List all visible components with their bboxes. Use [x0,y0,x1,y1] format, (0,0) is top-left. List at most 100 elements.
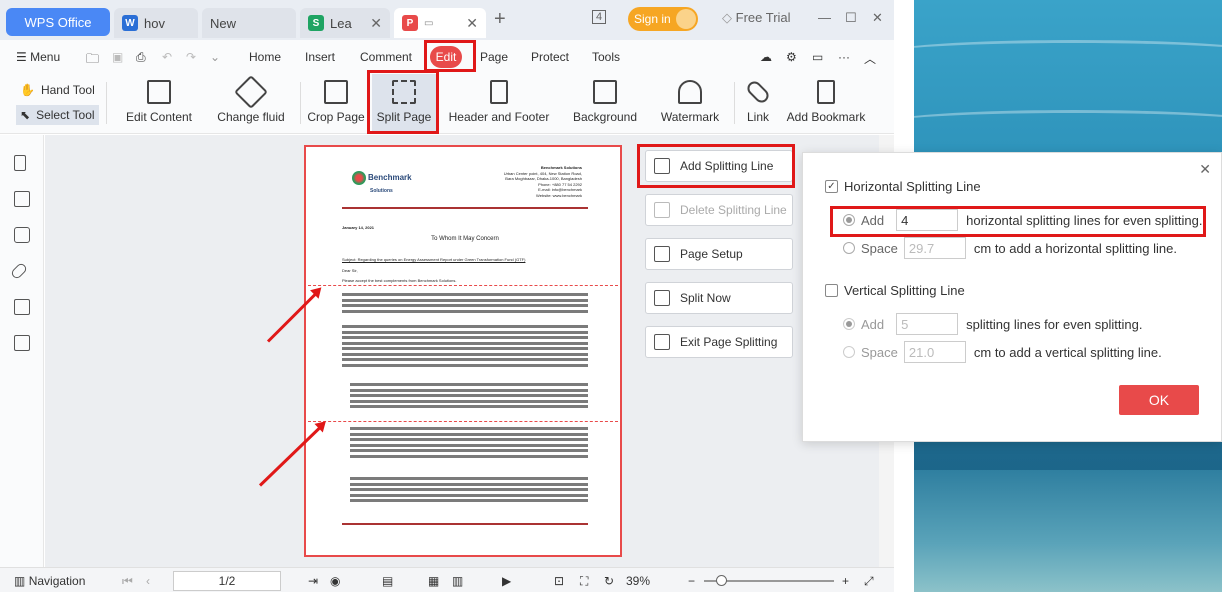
rotate-icon[interactable]: ↻ [604,574,614,588]
exit-page-splitting-button[interactable]: Exit Page Splitting [645,326,793,358]
free-trial-button[interactable]: ◇ Free Trial [722,10,791,26]
print-icon[interactable]: ⎙ [136,50,146,65]
add-splitting-line-button[interactable]: Add Splitting Line [645,150,793,182]
horizontal-option[interactable]: ✓ Horizontal Splitting Line [825,179,981,194]
horizontal-label: Horizontal Splitting Line [844,179,981,194]
tab-protect[interactable]: Protect [531,50,569,64]
select-tool-button[interactable]: ⬉ Select Tool [16,105,99,125]
zoom-in-icon[interactable]: + [842,574,849,588]
edit-content-button[interactable]: Edit Content [118,74,200,132]
pdf-icon: P [402,15,418,31]
single-page-icon[interactable]: ▤ [382,574,393,588]
tab-page[interactable]: Page [480,50,508,64]
continuous-icon[interactable]: ▦ [428,574,439,588]
tab-document-3[interactable]: S Lea ✕ [300,8,390,38]
tab-comment[interactable]: Comment [360,50,412,64]
page-number-input[interactable]: 1/2 [173,571,281,591]
tab-document-1[interactable]: W hov [114,8,198,38]
split-now-button[interactable]: Split Now [645,282,793,314]
tab-home[interactable]: Home [249,50,281,64]
vertical-option[interactable]: Vertical Splitting Line [825,283,965,298]
close-window-icon[interactable]: ✕ [872,10,883,26]
bookmark-icon[interactable] [14,155,26,171]
link-button[interactable]: Link [740,74,776,132]
crop-page-button[interactable]: Crop Page [306,74,366,132]
actual-size-icon[interactable]: ⊡ [554,574,564,588]
horizontal-count-input[interactable] [896,209,959,231]
tab-insert[interactable]: Insert [305,50,335,64]
add-bookmark-button[interactable]: Add Bookmark [786,74,866,132]
sign-in-button[interactable]: Sign in [628,7,698,31]
vertical-space-label: Space [861,344,898,360]
prev-page-icon[interactable]: ‹ [146,574,150,588]
status-bar: ▥ Navigation ⏮ ‹ 1/2 ⇥ ◉ ▤ ▦ ▥ ▶ ⊡ ⛶ ↻ 3… [0,567,894,592]
collapse-ribbon-icon[interactable]: ︿ [864,50,876,67]
zoom-out-icon[interactable]: − [688,574,695,588]
header-footer-button[interactable]: Header and Footer [444,74,554,132]
zoom-slider-handle[interactable] [716,575,727,586]
play-icon[interactable]: ▶ [502,574,511,588]
more-icon[interactable]: ··· [838,50,850,64]
signature-icon[interactable] [14,299,30,315]
wave-decoration [914,110,1222,140]
tab-edit[interactable]: Edit [430,46,462,68]
navigation-button[interactable]: ▥ Navigation [14,574,85,588]
tab-tools[interactable]: Tools [592,50,620,64]
gear-icon[interactable]: ⚙ [786,50,797,64]
menu-button[interactable]: ☰ Menu [16,50,60,64]
splitting-line[interactable] [308,285,618,286]
document-page[interactable]: Benchmark Solutions Benchmark Solutions U… [304,145,622,557]
two-page-icon[interactable]: ▥ [452,574,463,588]
chat-icon[interactable]: ▭ [812,50,823,64]
new-tab-icon[interactable]: + [494,8,506,31]
close-icon[interactable]: ✕ [370,15,382,32]
ok-button[interactable]: OK [1119,385,1199,415]
zoom-level[interactable]: 39% [626,574,650,588]
save-icon[interactable]: ▣ [112,50,123,64]
split-page-button[interactable]: Split Page [372,74,436,132]
extract-icon[interactable] [14,335,30,351]
first-page-icon[interactable]: ⏮ [122,574,133,589]
undo-icon[interactable]: ↶ [162,50,172,64]
horizontal-space-input[interactable] [903,237,966,259]
vertical-add-radio[interactable] [843,318,855,330]
watermark-button[interactable]: Watermark [654,74,726,132]
vertical-space-row: Space cm to add a vertical splitting lin… [843,341,1162,363]
tab-label: WPS Office [24,14,92,30]
fit-icon[interactable]: ⇥ [308,574,318,588]
comment-icon[interactable] [14,227,30,243]
chevron-down-icon[interactable]: ⌄ [210,50,220,64]
vertical-checkbox[interactable] [825,284,838,297]
delete-splitting-line-button[interactable]: Delete Splitting Line [645,194,793,226]
horizontal-add-radio[interactable] [843,214,855,226]
hand-tool-button[interactable]: ✋ Hand Tool [20,83,95,97]
diamond-icon: ◇ [722,10,732,25]
fit-page-icon[interactable]: ⛶ [580,574,588,589]
horizontal-space-radio[interactable] [843,242,855,254]
tab-document-4[interactable]: P ▭ ✕ [394,8,486,38]
change-fluid-button[interactable]: Change fluid [208,74,294,132]
cloud-icon[interactable]: ☁ [760,50,772,64]
tab-count-badge[interactable]: 4 [592,10,607,24]
open-folder-icon[interactable]: 🗀 [86,50,99,72]
page-setup-button[interactable]: Page Setup [645,238,793,270]
close-icon[interactable]: ✕ [466,15,478,32]
vertical-count-input[interactable] [896,313,959,335]
tab-document-2[interactable]: New [202,8,296,38]
horizontal-add-suffix: horizontal splitting lines for even spli… [966,212,1203,228]
splitting-line[interactable] [308,421,618,422]
attachment-icon[interactable] [9,261,29,281]
vertical-space-input[interactable] [903,341,966,363]
close-icon[interactable]: ✕ [1199,161,1211,178]
fullscreen-icon[interactable]: ⤢ [864,574,874,589]
redo-icon[interactable]: ↷ [186,50,196,64]
tab-wps-office[interactable]: WPS Office [6,8,110,36]
background-button[interactable]: Background [566,74,644,132]
split-settings-dialog: ✕ ✓ Horizontal Splitting Line Add horizo… [802,152,1222,442]
eye-icon[interactable]: ◉ [330,574,340,588]
maximize-icon[interactable]: ☐ [845,10,857,26]
vertical-space-radio[interactable] [843,346,855,358]
minimize-icon[interactable]: — [818,10,831,25]
thumbnail-icon[interactable] [14,191,30,207]
horizontal-checkbox[interactable]: ✓ [825,180,838,193]
